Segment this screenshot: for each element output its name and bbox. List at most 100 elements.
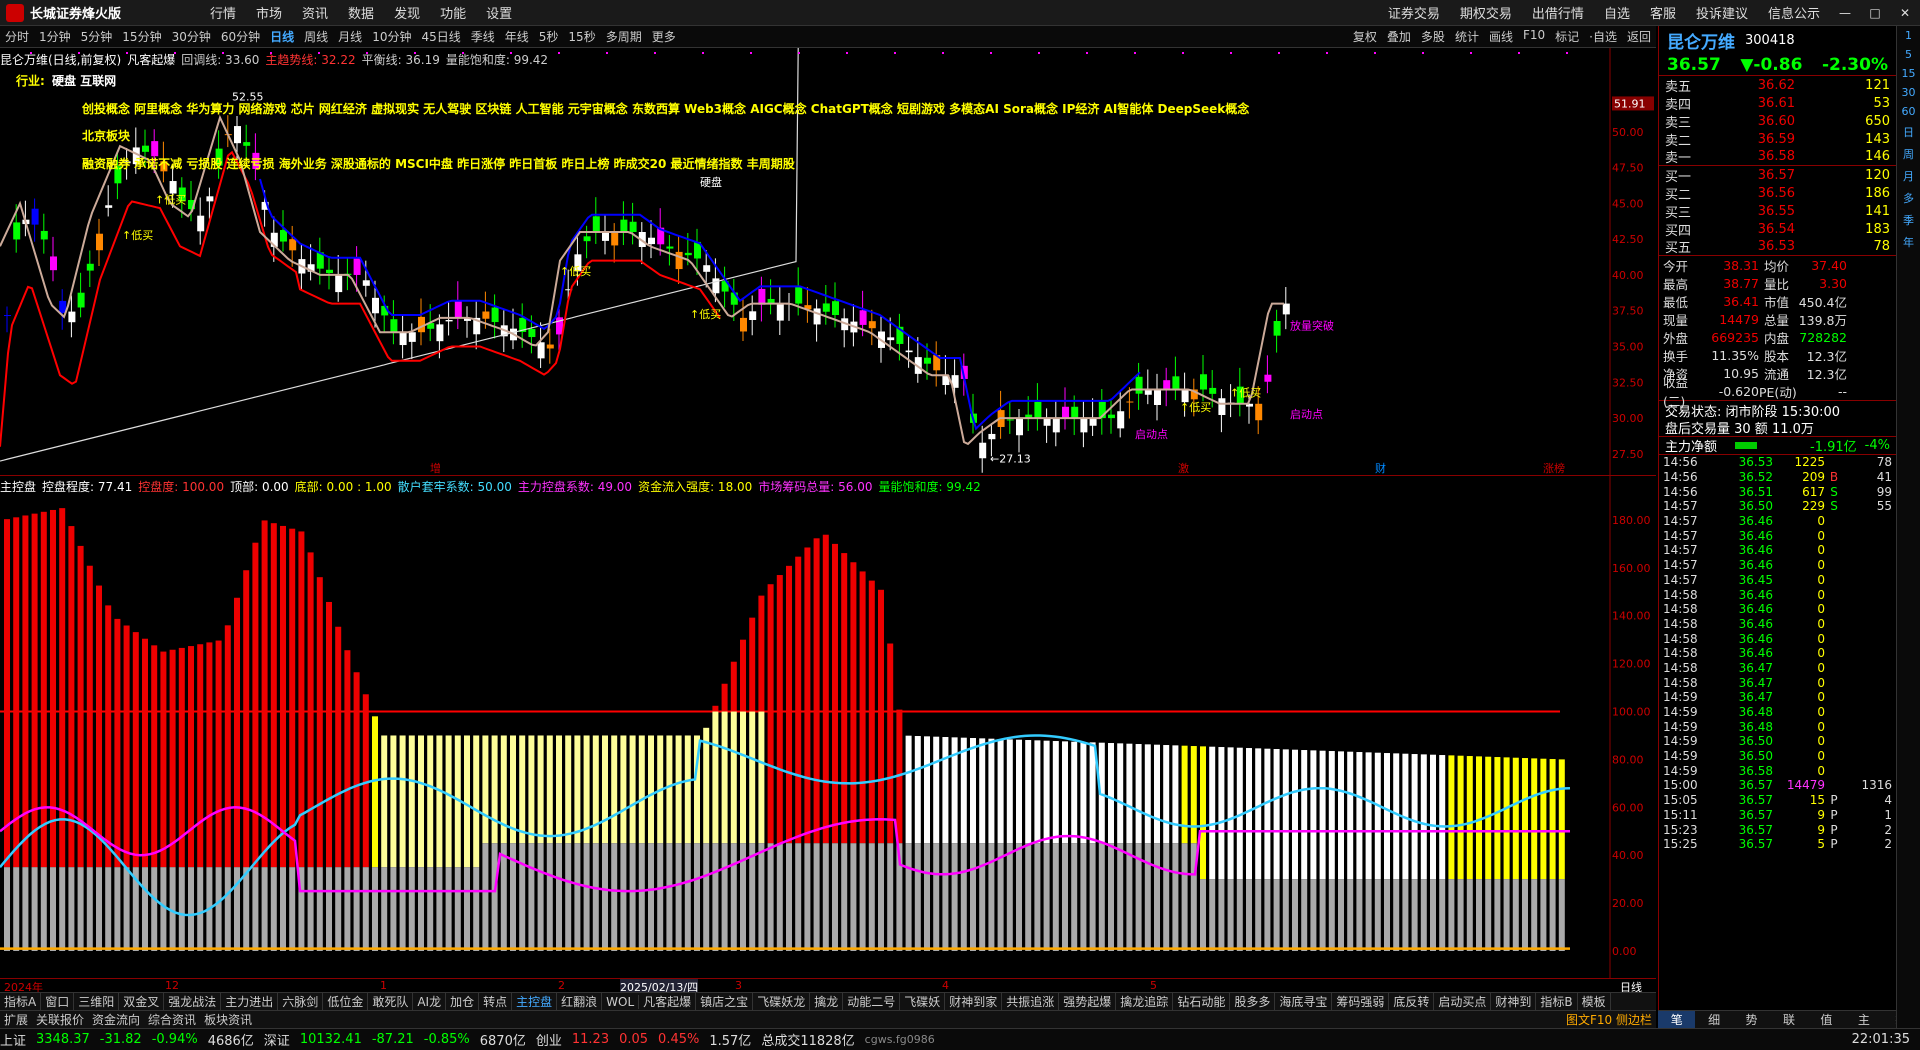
- quote-tab-5[interactable]: 主: [1845, 1011, 1882, 1028]
- indicator-tab-32[interactable]: 指标B: [1536, 993, 1578, 1010]
- chart-tool-2[interactable]: 多股: [1421, 28, 1445, 45]
- chart-tool-3[interactable]: 统计: [1455, 28, 1479, 45]
- tick-list[interactable]: 14:56 36.53 1225 78 14:56 36.52 209 B 41 14:56 36.…: [1659, 455, 1896, 852]
- indicator-tab-4[interactable]: 强龙战法: [164, 993, 222, 1010]
- indicator-tab-23[interactable]: 强势起爆: [1059, 993, 1117, 1010]
- sidebar-item-2[interactable]: 15: [1902, 67, 1916, 80]
- period-tab-7[interactable]: 周线: [304, 28, 328, 45]
- indicator-tab-11[interactable]: 转点: [479, 993, 513, 1010]
- indicator-tab-18[interactable]: 擒龙: [810, 993, 844, 1010]
- period-tab-12[interactable]: 年线: [505, 28, 529, 45]
- chart-tool-1[interactable]: 叠加: [1387, 28, 1411, 45]
- indicator-tab-29[interactable]: 底反转: [1389, 993, 1435, 1010]
- indicator-tab-1[interactable]: 窗口: [41, 993, 75, 1010]
- indicator-tab-8[interactable]: 敢死队: [368, 993, 414, 1010]
- sidebar-item-6[interactable]: 周: [1903, 146, 1914, 162]
- period-tab-16[interactable]: 更多: [652, 28, 676, 45]
- sidebar-item-0[interactable]: 1: [1905, 29, 1912, 42]
- sidebar-item-8[interactable]: 多: [1903, 190, 1914, 206]
- indicator-tab-15[interactable]: 凡客起爆: [639, 993, 697, 1010]
- period-tab-10[interactable]: 45日线: [421, 28, 460, 45]
- close-icon[interactable]: ✕: [1890, 6, 1920, 20]
- period-tab-11[interactable]: 季线: [471, 28, 495, 45]
- indicator-name[interactable]: 凡客起爆: [127, 51, 175, 68]
- indicator-tab-9[interactable]: AI龙: [413, 993, 447, 1010]
- ext-tab-2[interactable]: 资金流向: [88, 1011, 144, 1028]
- menu-item-4[interactable]: 发现: [394, 3, 420, 22]
- chart-tool-7[interactable]: ·自选: [1589, 28, 1617, 45]
- indicator-tab-25[interactable]: 钻石动能: [1173, 993, 1231, 1010]
- indicator-tab-33[interactable]: 模板: [1578, 993, 1611, 1010]
- indicator-tab-16[interactable]: 镇店之宝: [696, 993, 754, 1010]
- right-menu-item-4[interactable]: 客服: [1650, 3, 1676, 22]
- ext-tab-4[interactable]: 板块资讯: [200, 1011, 256, 1028]
- indicator-tab-30[interactable]: 启动买点: [1434, 993, 1492, 1010]
- sidebar-item-10[interactable]: 年: [1903, 234, 1914, 250]
- indicator-tab-31[interactable]: 财神到: [1491, 993, 1537, 1010]
- period-tab-3[interactable]: 15分钟: [122, 28, 161, 45]
- menu-item-5[interactable]: 功能: [440, 3, 466, 22]
- sidebar-item-4[interactable]: 60: [1902, 105, 1916, 118]
- menu-item-1[interactable]: 市场: [256, 3, 282, 22]
- indicator-tab-13[interactable]: 红翻浪: [557, 993, 603, 1010]
- period-tab-1[interactable]: 1分钟: [39, 28, 71, 45]
- period-tab-8[interactable]: 月线: [338, 28, 362, 45]
- sidebar-item-7[interactable]: 月: [1903, 168, 1914, 184]
- menu-item-0[interactable]: 行情: [210, 3, 236, 22]
- period-tab-5[interactable]: 60分钟: [221, 28, 260, 45]
- right-menu-item-2[interactable]: 出借行情: [1532, 3, 1584, 22]
- sidebar-item-3[interactable]: 30: [1902, 86, 1916, 99]
- right-menu-item-0[interactable]: 证券交易: [1388, 3, 1440, 22]
- indicator-tab-26[interactable]: 股多多: [1230, 993, 1276, 1010]
- chart-tool-4[interactable]: 画线: [1489, 28, 1513, 45]
- period-tab-13[interactable]: 5秒: [539, 28, 559, 45]
- sidebar-item-9[interactable]: 季: [1903, 212, 1914, 228]
- indicator-tab-0[interactable]: 指标A: [0, 993, 42, 1010]
- indicator-tab-5[interactable]: 主力进出: [221, 993, 279, 1010]
- indicator-title[interactable]: 主控盘: [0, 478, 36, 495]
- menu-item-2[interactable]: 资讯: [302, 3, 328, 22]
- menu-item-3[interactable]: 数据: [348, 3, 374, 22]
- right-menu-item-6[interactable]: 信息公示: [1768, 3, 1820, 22]
- indicator-tab-12[interactable]: 主控盘: [512, 993, 558, 1010]
- indicator-tab-20[interactable]: 飞碟妖: [900, 993, 946, 1010]
- period-tab-9[interactable]: 10分钟: [372, 28, 411, 45]
- period-tab-4[interactable]: 30分钟: [172, 28, 211, 45]
- quote-tab-1[interactable]: 细: [1695, 1011, 1732, 1028]
- indicator-tab-6[interactable]: 六脉剑: [278, 993, 324, 1010]
- indicator-tab-3[interactable]: 双金叉: [119, 993, 165, 1010]
- quote-tab-4[interactable]: 值: [1808, 1011, 1845, 1028]
- period-tab-2[interactable]: 5分钟: [81, 28, 113, 45]
- right-menu-item-1[interactable]: 期权交易: [1460, 3, 1512, 22]
- indicator-tab-27[interactable]: 海底寻宝: [1275, 993, 1333, 1010]
- indicator-chart[interactable]: 180.00 160.00 140.00 120.00 100.00 80.00 60.00…: [0, 476, 1656, 978]
- indicator-tab-2[interactable]: 三维阳: [74, 993, 120, 1010]
- indicator-tab-17[interactable]: 飞碟妖龙: [753, 993, 811, 1010]
- chart-tool-8[interactable]: 返回: [1627, 28, 1651, 45]
- ext-tab-right[interactable]: 图文F10 侧边栏: [1562, 1011, 1656, 1028]
- minimize-icon[interactable]: —: [1830, 6, 1860, 20]
- ext-tab-0[interactable]: 扩展: [0, 1011, 32, 1028]
- quote-tab-3[interactable]: 联: [1770, 1011, 1807, 1028]
- indicator-tab-21[interactable]: 财神到家: [945, 993, 1003, 1010]
- quote-tab-2[interactable]: 势: [1733, 1011, 1770, 1028]
- indicator-tab-24[interactable]: 擒龙追踪: [1116, 993, 1174, 1010]
- indicator-tab-28[interactable]: 筹码强弱: [1332, 993, 1390, 1010]
- chart-tool-0[interactable]: 复权: [1353, 28, 1377, 45]
- menu-item-6[interactable]: 设置: [486, 3, 512, 22]
- indicator-tab-7[interactable]: 低位金: [323, 993, 369, 1010]
- chart-tool-6[interactable]: 标记: [1555, 28, 1579, 45]
- period-tab-0[interactable]: 分时: [5, 28, 29, 45]
- chart-tool-5[interactable]: F10: [1523, 28, 1545, 45]
- indicator-tab-14[interactable]: WOL: [602, 994, 640, 1009]
- indicator-tab-19[interactable]: 动能二号: [843, 993, 901, 1010]
- sidebar-item-5[interactable]: 日: [1903, 124, 1914, 140]
- right-menu-item-5[interactable]: 投诉建议: [1696, 3, 1748, 22]
- indicator-tab-22[interactable]: 共振追涨: [1002, 993, 1060, 1010]
- period-tab-6[interactable]: 日线: [270, 28, 294, 45]
- period-tab-15[interactable]: 多周期: [606, 28, 642, 45]
- indicator-tab-10[interactable]: 加仓: [446, 993, 480, 1010]
- ext-tab-1[interactable]: 关联报价: [32, 1011, 88, 1028]
- maximize-icon[interactable]: □: [1860, 6, 1890, 20]
- period-tab-14[interactable]: 15秒: [568, 28, 595, 45]
